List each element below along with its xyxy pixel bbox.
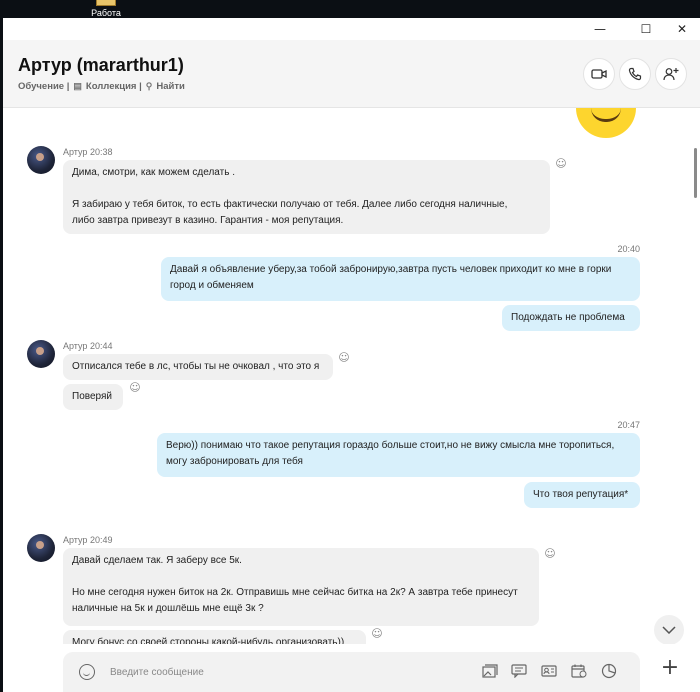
nav-learning[interactable]: Обучение | bbox=[18, 81, 69, 92]
chat-subnav: Обучение | ▤ Коллекция | ⚲ Найти bbox=[18, 81, 185, 92]
phone-icon bbox=[628, 67, 642, 81]
add-person-icon bbox=[663, 68, 679, 81]
message-sender-time: Артур 20:49 bbox=[63, 535, 113, 545]
reaction-smiley-icon[interactable]: ☺ bbox=[371, 628, 383, 640]
video-call-icon bbox=[591, 69, 607, 79]
reaction-smiley-icon[interactable]: ☺ bbox=[544, 548, 556, 560]
contact-card-icon[interactable] bbox=[540, 662, 558, 680]
avatar[interactable] bbox=[27, 340, 55, 368]
message-bubble[interactable]: Поверяй bbox=[63, 384, 123, 410]
skype-window: — ☐ ✕ Артур (mararthur1) Обучение | ▤ Ко… bbox=[3, 18, 700, 692]
folder-icon bbox=[96, 0, 116, 6]
scroll-to-bottom-button[interactable] bbox=[654, 615, 684, 645]
message-bubble[interactable]: Подождать не проблема bbox=[502, 305, 640, 331]
smiley-sticker bbox=[576, 108, 636, 138]
poll-chart-icon[interactable] bbox=[600, 662, 618, 680]
scrollbar-thumb[interactable] bbox=[694, 148, 697, 198]
desktop-shortcut-label: Работа bbox=[91, 8, 121, 18]
reaction-smiley-icon[interactable]: ☺ bbox=[338, 352, 350, 364]
chat-bubble-tool-icon[interactable] bbox=[510, 662, 528, 680]
chat-title: Артур (mararthur1) bbox=[18, 55, 184, 75]
add-participant-button[interactable] bbox=[655, 58, 687, 90]
message-bubble[interactable]: Могу бонус со своей стороны какой-нибудь… bbox=[63, 630, 366, 644]
message-composer bbox=[63, 652, 640, 692]
message-bubble[interactable]: Отписался тебе в лс, чтобы ты не очковал… bbox=[63, 354, 333, 380]
nav-search[interactable]: Найти bbox=[156, 81, 184, 92]
composer-area: + bbox=[3, 644, 700, 692]
chat-header: Артур (mararthur1) Обучение | ▤ Коллекци… bbox=[3, 40, 700, 107]
message-bubble[interactable]: Дима, смотри, как можем сделать . Я заби… bbox=[63, 160, 550, 234]
message-input[interactable] bbox=[110, 662, 460, 682]
message-bubble[interactable]: Давай я объявление уберу,за тобой заброн… bbox=[161, 257, 640, 301]
gallery-tool-icon[interactable] bbox=[481, 662, 499, 680]
gallery-icon: ▤ bbox=[73, 81, 82, 91]
chevron-down-icon bbox=[662, 626, 676, 634]
schedule-calendar-icon[interactable] bbox=[570, 662, 588, 680]
desktop-shortcut[interactable]: Работа bbox=[88, 0, 124, 18]
message-bubble[interactable]: Верю)) понимаю что такое репутация гораз… bbox=[157, 433, 640, 477]
close-button[interactable]: ✕ bbox=[667, 18, 697, 40]
message-bubble[interactable]: Давай сделаем так. Я заберу все 5к. Но м… bbox=[63, 548, 539, 626]
add-content-button[interactable]: + bbox=[658, 656, 682, 680]
reaction-smiley-icon[interactable]: ☺ bbox=[129, 382, 141, 394]
avatar[interactable] bbox=[27, 146, 55, 174]
message-bubble[interactable]: Что твоя репутация* bbox=[524, 482, 640, 508]
message-time: 20:47 bbox=[617, 420, 640, 430]
avatar[interactable] bbox=[27, 534, 55, 562]
reaction-smiley-icon[interactable]: ☺ bbox=[555, 158, 567, 170]
message-sender-time: Артур 20:38 bbox=[63, 147, 113, 157]
search-icon: ⚲ bbox=[145, 81, 153, 91]
minimize-button[interactable]: — bbox=[585, 18, 615, 40]
audio-call-button[interactable] bbox=[619, 58, 651, 90]
message-time: 20:40 bbox=[617, 244, 640, 254]
maximize-button[interactable]: ☐ bbox=[631, 18, 661, 40]
nav-collection[interactable]: Коллекция | bbox=[86, 81, 142, 92]
emoji-icon[interactable] bbox=[79, 664, 95, 680]
video-call-button[interactable] bbox=[583, 58, 615, 90]
message-sender-time: Артур 20:44 bbox=[63, 341, 113, 351]
message-list[interactable]: Артур 20:38 Дима, смотри, как можем сдел… bbox=[3, 108, 700, 644]
desktop-background: Работа bbox=[0, 0, 700, 18]
title-bar: — ☐ ✕ bbox=[3, 18, 700, 40]
